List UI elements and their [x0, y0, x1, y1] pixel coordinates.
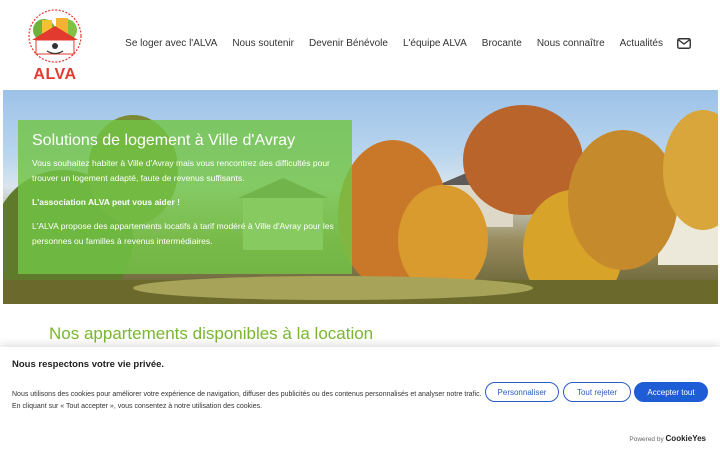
- nav-nous-soutenir[interactable]: Nous soutenir: [232, 38, 294, 49]
- hero-paragraph-2: L'association ALVA peut vous aider !: [32, 197, 180, 207]
- hero-paragraph-1: Vous souhaitez habiter à Ville d'Avray m…: [32, 158, 330, 183]
- main-navigation: Se loger avec l'ALVA Nous soutenir Deven…: [125, 38, 663, 49]
- nav-se-loger[interactable]: Se loger avec l'ALVA: [125, 38, 217, 49]
- accept-all-button[interactable]: Accepter tout: [634, 382, 708, 402]
- nav-devenir-benevole[interactable]: Devenir Bénévole: [309, 38, 388, 49]
- powered-by: Powered by CookieYes: [629, 434, 706, 443]
- cookie-description: Nous utilisons des cookies pour améliore…: [12, 391, 482, 410]
- logo-text: ALVA: [33, 66, 77, 83]
- cookie-consent-banner: Nous respectons votre vie privée. Nous u…: [0, 347, 720, 450]
- cookie-title: Nous respectons votre vie privée.: [12, 359, 165, 370]
- mail-icon[interactable]: [677, 38, 691, 49]
- site-header: ALVA Se loger avec l'ALVA Nous soutenir …: [0, 0, 720, 90]
- logo-house-icon: [28, 9, 82, 63]
- section-title-apartments: Nos appartements disponibles à la locati…: [49, 324, 374, 343]
- nav-equipe[interactable]: L'équipe ALVA: [403, 38, 467, 49]
- hero-paragraph-3: L'ALVA propose des appartements locatifs…: [32, 221, 334, 246]
- reject-all-button[interactable]: Tout rejeter: [563, 382, 631, 402]
- powered-by-label: Powered by: [629, 436, 664, 443]
- hero-banner: Solutions de logement à Ville d'Avray Vo…: [3, 90, 718, 304]
- site-logo[interactable]: ALVA: [22, 6, 88, 86]
- hero-title: Solutions de logement à Ville d'Avray: [32, 132, 296, 149]
- hero-text-overlay: Solutions de logement à Ville d'Avray Vo…: [18, 120, 352, 274]
- nav-brocante[interactable]: Brocante: [482, 38, 522, 49]
- nav-actualites[interactable]: Actualités: [620, 38, 663, 49]
- customize-button[interactable]: Personnaliser: [485, 382, 559, 402]
- cookieyes-brand[interactable]: CookieYes: [666, 434, 706, 443]
- nav-nous-connaitre[interactable]: Nous connaître: [537, 38, 605, 49]
